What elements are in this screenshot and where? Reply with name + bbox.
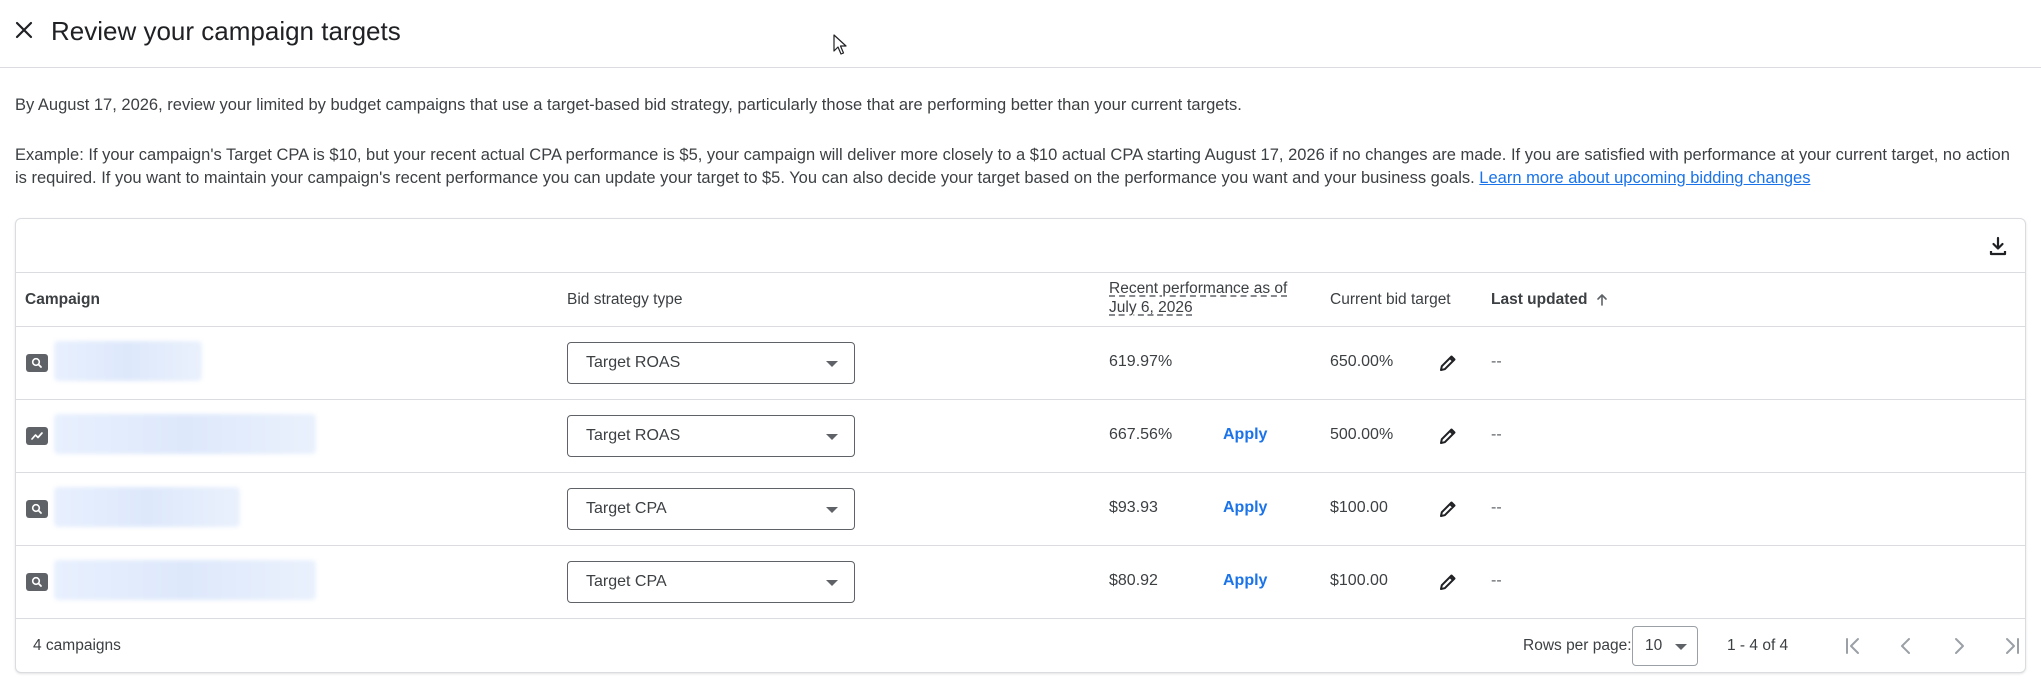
bid-strategy-select[interactable]: Target CPA (567, 561, 855, 603)
column-header-current-bid-target[interactable]: Current bid target (1330, 291, 1451, 309)
column-header-bid-strategy[interactable]: Bid strategy type (567, 291, 682, 309)
last-updated-value: -- (1491, 499, 1502, 516)
recent-performance-value: $93.93 (1109, 499, 1158, 516)
download-icon (1989, 236, 2007, 256)
table-row: Target CPA $93.93 Apply $100.00 -- (16, 473, 2025, 546)
dropdown-caret-icon (826, 361, 838, 367)
bid-strategy-select[interactable]: Target ROAS (567, 415, 855, 457)
column-header-recent-performance[interactable]: Recent performance as of July 6, 2026 (1109, 279, 1304, 317)
rows-per-page-label: Rows per page: (1523, 637, 1632, 654)
edit-target-button[interactable] (1434, 422, 1462, 450)
dialog-header: Review your campaign targets (0, 0, 2041, 68)
campaign-count: 4 campaigns (33, 637, 121, 654)
description-deadline: By August 17, 2026, review your limited … (15, 96, 1242, 114)
last-page-button[interactable] (1998, 632, 2026, 660)
previous-page-button[interactable] (1892, 632, 1920, 660)
last-page-icon (2006, 638, 2019, 654)
table-row: Target CPA $80.92 Apply $100.00 -- (16, 546, 2025, 619)
column-header-campaign[interactable]: Campaign (25, 291, 100, 309)
recent-performance-value: $80.92 (1109, 572, 1158, 589)
edit-target-button[interactable] (1434, 568, 1462, 596)
column-header-last-updated-label: Last updated (1491, 291, 1588, 308)
campaign-name-redacted[interactable] (54, 341, 202, 381)
column-header-last-updated[interactable]: Last updated (1491, 291, 1609, 309)
bid-strategy-select[interactable]: Target CPA (567, 488, 855, 530)
table-toolbar (16, 219, 2025, 273)
campaign-name-redacted[interactable] (54, 487, 240, 527)
apply-button[interactable]: Apply (1223, 499, 1267, 517)
edit-target-button[interactable] (1434, 495, 1462, 523)
current-bid-target-value: 500.00% (1330, 426, 1394, 443)
bid-strategy-value: Target CPA (586, 500, 667, 517)
dropdown-caret-icon (1675, 644, 1687, 650)
dropdown-caret-icon (826, 507, 838, 513)
recent-performance-value: 667.56% (1109, 426, 1173, 443)
current-bid-target-value: $100.00 (1330, 572, 1388, 589)
table-row: Target ROAS 667.56% Apply 500.00% -- (16, 400, 2025, 473)
download-button[interactable] (1985, 233, 2011, 259)
page-title: Review your campaign targets (51, 16, 401, 46)
apply-button[interactable]: Apply (1223, 426, 1267, 444)
pencil-icon (1440, 428, 1456, 444)
arrow-up-icon (1597, 294, 1608, 306)
rows-per-page-value: 10 (1645, 637, 1663, 654)
table-header: Campaign Bid strategy type Recent perfor… (16, 273, 2025, 327)
description-example: Example: If your campaign's Target CPA i… (15, 144, 2025, 190)
dropdown-caret-icon (826, 580, 838, 586)
last-updated-value: -- (1491, 572, 1502, 589)
chevron-right-icon (1955, 638, 1964, 654)
apply-button[interactable]: Apply (1223, 572, 1267, 590)
pencil-icon (1440, 355, 1456, 371)
current-bid-target-value: 650.00% (1330, 353, 1394, 370)
pencil-icon (1440, 574, 1456, 590)
bid-strategy-value: Target ROAS (586, 427, 681, 444)
search-icon (26, 500, 48, 518)
search-icon (26, 573, 48, 591)
first-page-icon (1846, 638, 1859, 654)
pagination-range: 1 - 4 of 4 (1727, 637, 1789, 654)
campaign-name-redacted[interactable] (54, 414, 316, 454)
close-icon (15, 21, 33, 39)
bid-strategy-select[interactable]: Target ROAS (567, 342, 855, 384)
chevron-left-icon (1901, 638, 1910, 654)
performance-icon (26, 427, 48, 445)
table-row: Target ROAS 619.97% 650.00% -- (16, 327, 2025, 400)
first-page-button[interactable] (1839, 632, 1867, 660)
campaign-name-redacted[interactable] (54, 560, 316, 600)
last-updated-value: -- (1491, 353, 1502, 370)
campaign-table-card: Campaign Bid strategy type Recent perfor… (15, 218, 2026, 673)
edit-target-button[interactable] (1434, 349, 1462, 377)
bid-strategy-value: Target ROAS (586, 354, 681, 371)
table-footer: 4 campaigns Rows per page: 10 1 - 4 of 4 (16, 619, 2025, 673)
dropdown-caret-icon (826, 434, 838, 440)
next-page-button[interactable] (1945, 632, 1973, 660)
recent-performance-value: 619.97% (1109, 353, 1173, 370)
search-icon (26, 354, 48, 372)
close-button[interactable] (12, 18, 36, 42)
bid-strategy-value: Target CPA (586, 573, 667, 590)
last-updated-value: -- (1491, 426, 1502, 443)
rows-per-page-select[interactable]: 10 (1632, 626, 1698, 666)
current-bid-target-value: $100.00 (1330, 499, 1388, 516)
mouse-cursor-icon (833, 34, 847, 55)
learn-more-link[interactable]: Learn more about upcoming bidding change… (1479, 169, 1810, 187)
pencil-icon (1440, 501, 1456, 517)
